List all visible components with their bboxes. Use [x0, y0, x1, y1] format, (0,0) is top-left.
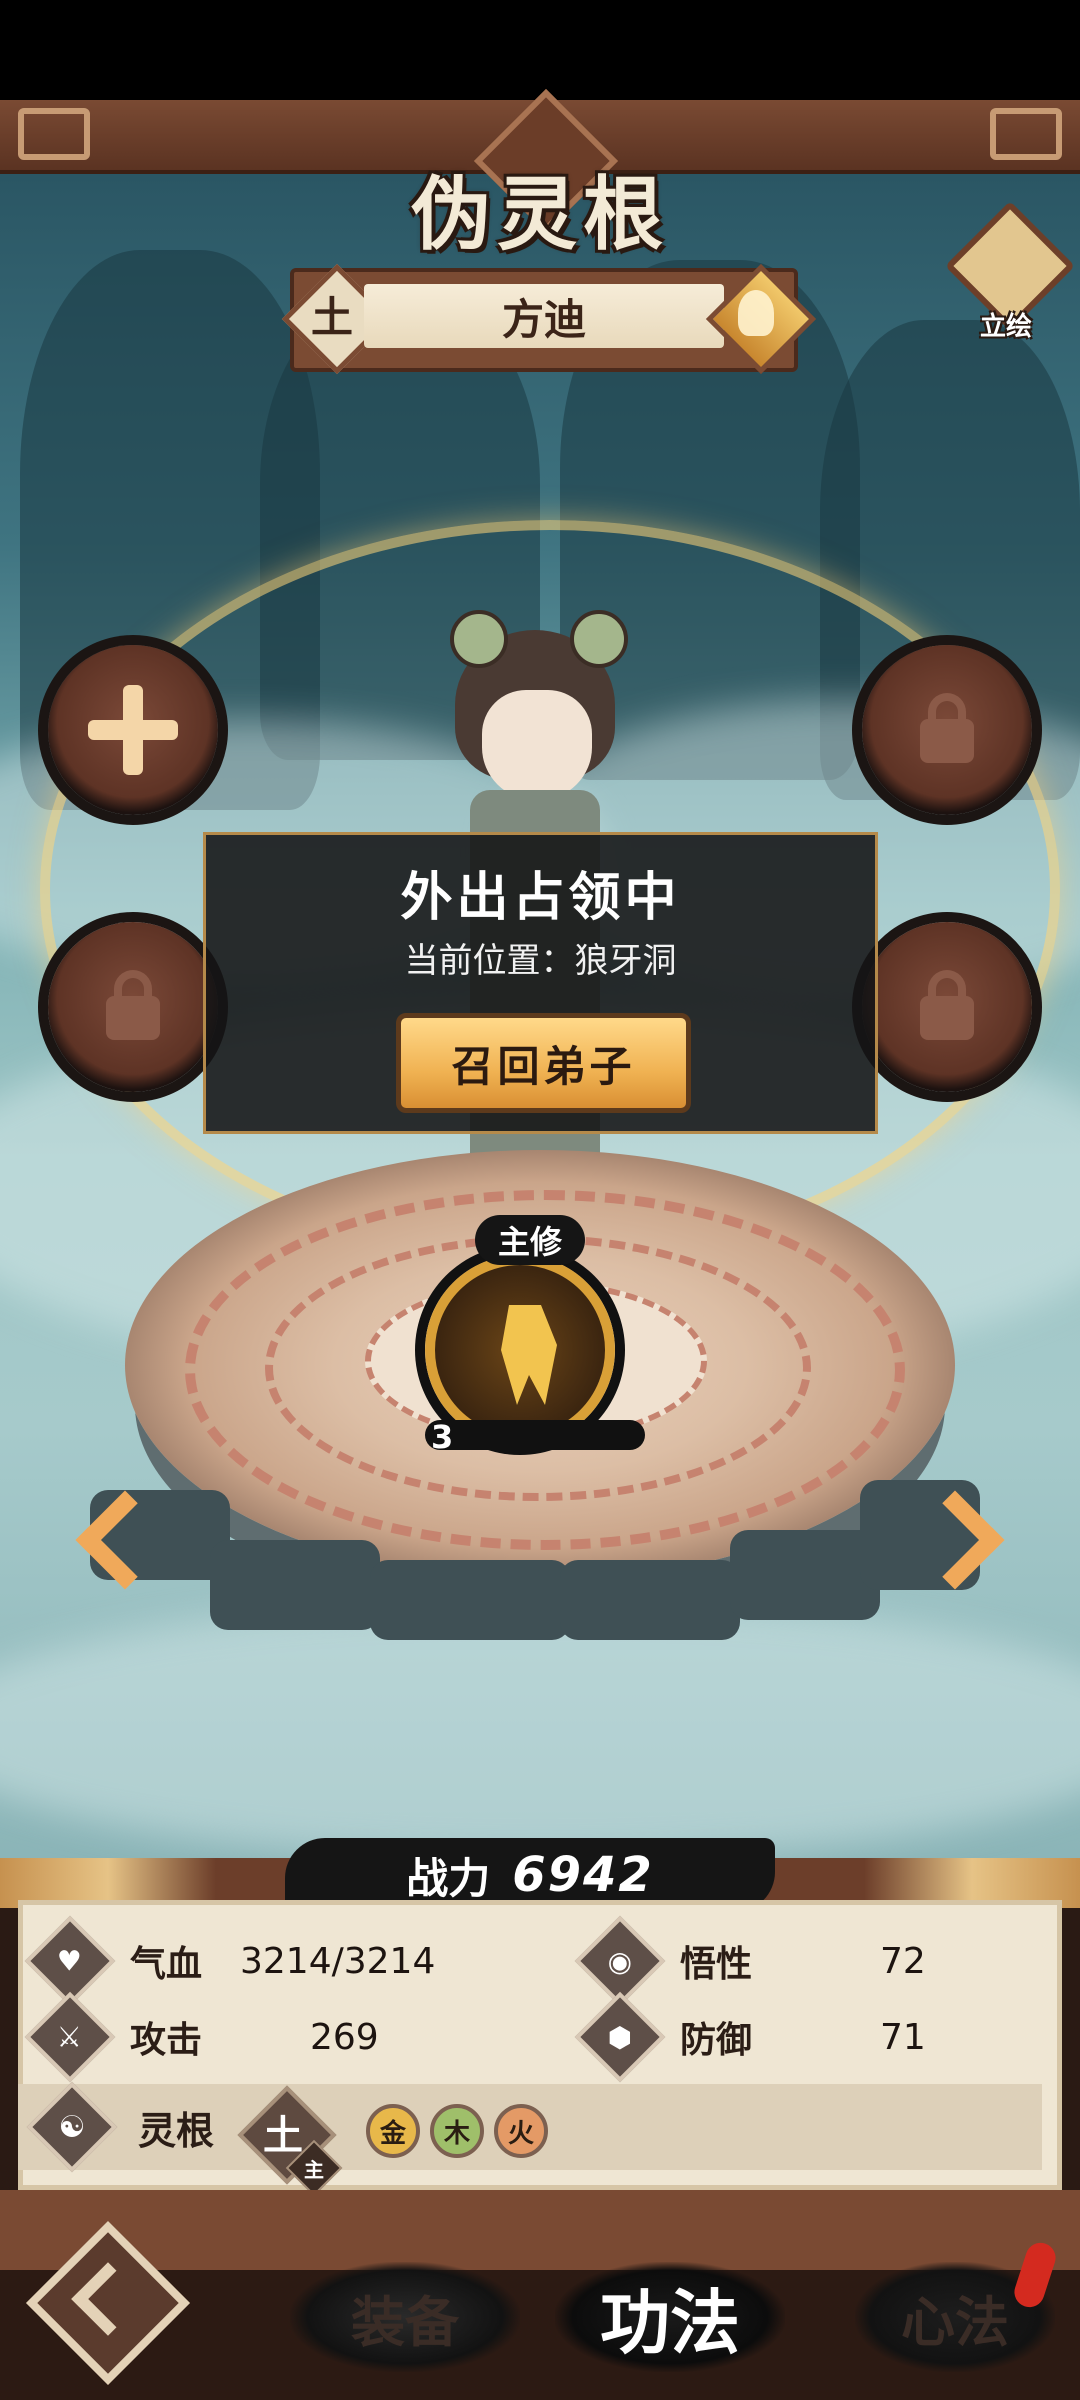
stat-attack-value: 269 — [310, 2016, 379, 2058]
portrait-label: 立绘 — [979, 312, 1032, 342]
stat-defense-value: 71 — [880, 2016, 926, 2058]
overlay-title: 外出占领中 — [400, 867, 681, 928]
yin-yang-icon: ☯ — [26, 2081, 118, 2173]
disciple-name-bar: 土 方迪 — [281, 263, 817, 375]
tab-skills[interactable]: 功法 — [555, 2262, 785, 2372]
recall-disciple-button[interactable]: 召回弟子 — [396, 1013, 691, 1113]
main-skill-level: 3 — [431, 1418, 454, 1456]
stat-comprehension: ◉ 悟性 72 — [574, 1915, 1050, 2007]
sword-icon: ⚔ — [24, 1991, 116, 2083]
shield-icon: ⬢ — [574, 1991, 666, 2083]
spirit-root-main[interactable]: 土 主 — [237, 2085, 343, 2197]
stat-attack: ⚔ 攻击 269 — [24, 1991, 540, 2083]
skill-slot-add[interactable] — [48, 645, 218, 815]
status-bar — [0, 0, 1080, 100]
spirit-root-wood[interactable]: 木 — [430, 2104, 484, 2158]
skill-slot-locked[interactable] — [48, 922, 218, 1092]
back-button[interactable] — [25, 2220, 191, 2386]
rocks — [90, 1470, 990, 1670]
spirit-root-main-tag: 主 — [304, 2157, 324, 2182]
stat-comprehension-value: 72 — [880, 1940, 926, 1982]
tab-equipment[interactable]: 装备 — [290, 2262, 520, 2372]
next-disciple-arrow[interactable] — [905, 1470, 1010, 1610]
prev-disciple-arrow[interactable] — [70, 1470, 175, 1610]
status-overlay: 外出占领中 当前位置：狼牙洞 召回弟子 — [203, 832, 878, 1134]
spirit-root-fire[interactable]: 火 — [494, 2104, 548, 2158]
stat-defense: ⬢ 防御 71 — [574, 1991, 1050, 2083]
spirit-root-metal[interactable]: 金 — [366, 2104, 420, 2158]
portrait-button[interactable]: 立绘 — [944, 200, 1076, 350]
overlay-location: 当前位置：狼牙洞 — [404, 941, 677, 981]
main-skill-emblem[interactable]: 主修 3 — [395, 1215, 655, 1475]
disciple-name[interactable]: 方迪 — [364, 284, 724, 348]
sect-icon[interactable] — [705, 263, 817, 375]
skill-slot-locked[interactable] — [862, 645, 1032, 815]
combat-power-label: 战力 — [406, 1853, 491, 1903]
spirit-root-label: 灵根 — [138, 2107, 215, 2153]
main-skill-tag: 主修 — [475, 1215, 585, 1265]
stat-hp-value: 3214/3214 — [240, 1940, 436, 1982]
combat-power-value: 6942 — [512, 1847, 654, 1903]
stat-hp: ♥ 气血 3214/3214 — [24, 1915, 540, 2007]
skill-slot-locked[interactable] — [862, 922, 1032, 1092]
page-title: 伪灵根 — [411, 167, 669, 261]
